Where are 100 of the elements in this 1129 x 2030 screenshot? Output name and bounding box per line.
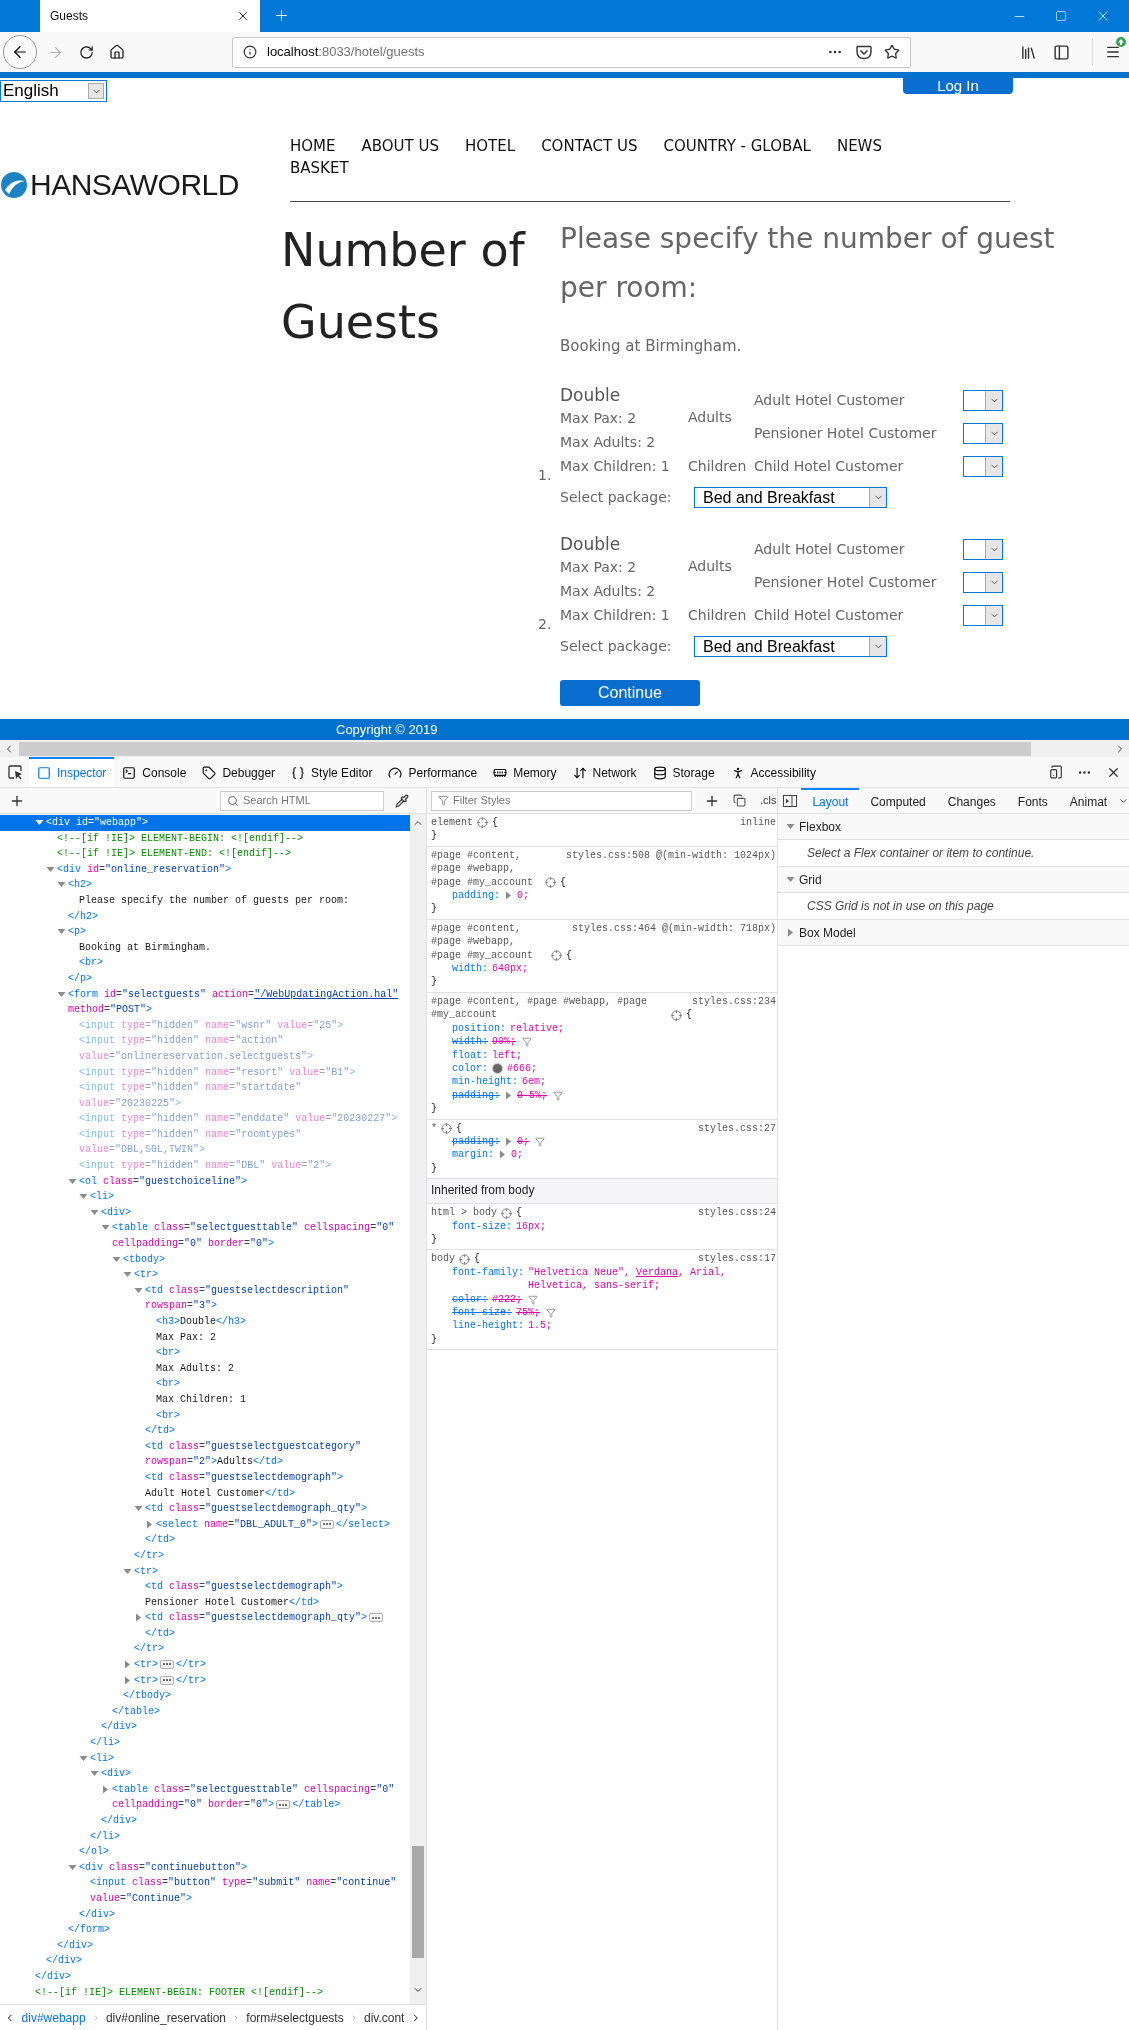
dom-node[interactable]: <tr> </tr> [0,1672,411,1689]
crosshair-icon[interactable] [477,817,488,829]
property-value[interactable]: 16px; [516,1219,547,1233]
eyedropper-icon[interactable] [395,793,409,808]
login-button[interactable]: Log In [903,78,1013,94]
property-value[interactable]: #222; [492,1292,523,1306]
expanded-triangle-icon[interactable] [68,1176,77,1186]
nav-link[interactable]: ABOUT US [361,135,440,157]
closing-tag[interactable]: </td> [0,1532,411,1548]
property-value[interactable]: 0; [517,1134,530,1149]
dom-node[interactable]: Please specify the number of guests per room: [0,892,411,909]
expanded-triangle-icon[interactable] [112,1254,121,1264]
closing-tag[interactable]: </h2> [0,908,411,925]
expanded-triangle-icon[interactable] [134,1504,143,1514]
funnel-icon[interactable] [535,1136,546,1147]
color-swatch[interactable] [492,1062,503,1074]
sidebar-icon[interactable] [1053,43,1070,61]
stylesheet-link[interactable]: styles.css:17 [698,1252,776,1266]
breadcrumb[interactable]: div.cont [363,2008,405,2027]
property-name[interactable]: width: [452,1035,488,1049]
closing-tag[interactable]: </div> [0,1968,411,1985]
quantity-select[interactable] [963,605,1003,626]
continue-button[interactable]: Continue [560,680,700,706]
quantity-select[interactable] [963,423,1003,444]
dom-node[interactable]: <br> [0,1345,411,1361]
filter-styles-field[interactable]: Filter Styles [431,790,692,811]
dom-node[interactable]: <form id="selectguests" action="/WebUpdatingAction.hal" method="POST"> [0,986,411,1018]
property-value[interactable]: 640px; [492,962,529,976]
devtools-tab[interactable]: Storage [644,757,723,787]
property-value[interactable]: 0; [511,1148,524,1162]
stylesheet-link[interactable]: styles.css:464 @(min-width: 718px) [571,921,776,936]
dom-node[interactable]: Max Pax: 2 [0,1329,411,1346]
breadcrumb[interactable]: div#webapp [21,2008,86,2027]
expanded-triangle-icon[interactable] [57,989,66,999]
ellipsis-icon[interactable] [276,1800,291,1810]
funnel-icon[interactable] [522,1037,533,1048]
nav-link[interactable]: CONTACT US [541,135,638,157]
nav-link[interactable]: BASKET [290,157,349,179]
crosshair-icon[interactable] [459,1253,470,1265]
vertical-scrollbar[interactable] [410,814,426,2004]
dom-node[interactable]: <h2> [0,877,411,893]
closing-tag[interactable]: </div> [0,1906,411,1923]
crosshair-icon[interactable] [670,1009,682,1021]
browser-tab[interactable]: Guests [40,0,260,32]
devtools-tab[interactable]: Debugger [194,757,284,787]
property-name[interactable]: width: [452,962,488,976]
dom-node[interactable]: <br> [0,1407,411,1424]
horizontal-scrollbar[interactable] [0,740,1129,757]
closing-tag[interactable]: </div> [0,1937,411,1954]
maximize-icon[interactable] [1055,10,1067,22]
property-name[interactable]: color: [452,1061,488,1076]
responsive-mode-icon[interactable] [1049,765,1063,779]
collapsed-triangle-icon[interactable] [123,1675,132,1685]
dom-node[interactable]: <tr> [0,1563,411,1580]
property-name[interactable]: color: [452,1292,488,1306]
dom-node[interactable]: <div id="webapp"> [0,815,411,831]
nav-link[interactable]: NEWS [836,135,882,157]
sidebar-tab[interactable]: Animat [1058,788,1119,813]
expanded-triangle-icon[interactable] [35,818,44,827]
dom-node[interactable]: <li> [0,1189,411,1205]
dom-node[interactable]: Max Adults: 2 [0,1360,411,1377]
crosshair-icon[interactable] [544,877,556,889]
property-name[interactable]: font-size: [452,1306,512,1320]
sidebar-tab[interactable]: Computed [859,788,937,813]
dom-node[interactable]: <div id="online_reservation"> [0,861,411,878]
stylesheet-link[interactable]: styles.css:234 [692,994,776,1009]
closing-tag[interactable]: </div> [0,1719,411,1736]
closing-tag[interactable]: </li> [0,1828,411,1845]
collapsed-triangle-icon[interactable] [145,1519,154,1529]
funnel-icon[interactable] [553,1090,564,1101]
dom-node[interactable]: <ol class="guestchoiceline"> [0,1173,411,1190]
property-name[interactable]: min-height: [452,1075,518,1089]
nav-link[interactable]: HOME [290,135,336,157]
property-name[interactable]: line-height: [452,1319,524,1333]
property-name[interactable]: position: [452,1021,506,1036]
devtools-tab[interactable]: Console [114,757,195,787]
language-select[interactable]: English [0,80,107,102]
dom-node[interactable]: Booking at Birmingham. [0,939,411,956]
devtools-tab[interactable]: Accessibility [722,757,824,787]
closing-tag[interactable]: </table> [0,1703,411,1720]
expanded-triangle-icon[interactable] [90,1769,99,1779]
expanded-triangle-icon[interactable] [101,1223,110,1233]
closing-tag[interactable]: </td> [0,1423,411,1439]
property-name[interactable]: padding: [452,889,500,903]
property-value[interactable]: 0 5%; [517,1088,548,1103]
dom-node[interactable]: <div> [0,1204,411,1221]
quantity-select[interactable] [963,539,1003,560]
star-icon[interactable] [884,44,900,60]
closing-tag[interactable]: </form> [0,1922,411,1938]
funnel-icon[interactable] [546,1308,557,1318]
property-value[interactable]: 0; [517,889,530,903]
crosshair-icon[interactable] [501,1207,512,1219]
reload-icon[interactable] [79,44,94,60]
dom-node[interactable]: <tr> [0,1267,411,1283]
section-toggle[interactable]: Grid [778,867,1129,892]
ellipsis-icon[interactable] [369,1613,384,1623]
dom-node[interactable]: <br> [0,1376,411,1392]
quantity-select[interactable] [963,390,1003,411]
dom-node[interactable]: <br> [0,955,411,971]
crosshair-icon[interactable] [441,1122,452,1134]
